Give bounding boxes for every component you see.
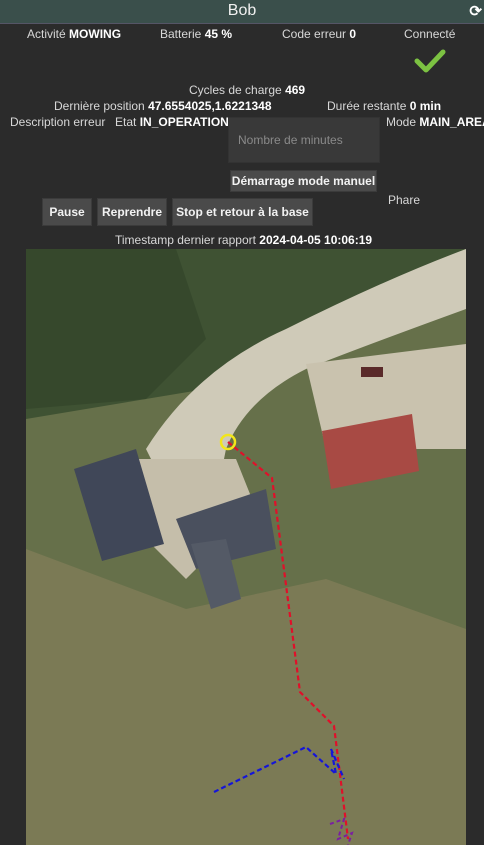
mode-status: Mode MAIN_AREA bbox=[386, 115, 484, 129]
last-report-timestamp: Timestamp dernier rapport 2024-04-05 10:… bbox=[115, 233, 372, 247]
state-label: Etat bbox=[115, 115, 137, 129]
last-position: Dernière position 47.6554025,1.6221348 bbox=[54, 99, 272, 113]
satellite-map[interactable] bbox=[26, 249, 466, 845]
pause-button[interactable]: Pause bbox=[42, 198, 92, 226]
connected-label: Connecté bbox=[404, 27, 456, 41]
battery-label: Batterie bbox=[160, 27, 202, 41]
beacon-label: Phare bbox=[388, 193, 421, 207]
remaining-time: Durée restante 0 min bbox=[327, 99, 441, 113]
refresh-icon[interactable]: ⟳ bbox=[469, 2, 482, 20]
resume-button[interactable]: Reprendre bbox=[97, 198, 167, 226]
last-position-value: 47.6554025,1.6221348 bbox=[148, 99, 272, 113]
last-position-label: Dernière position bbox=[54, 99, 145, 113]
timestamp-value: 2024-04-05 10:06:19 bbox=[259, 233, 373, 247]
checkmark-icon bbox=[414, 49, 446, 73]
manual-start-button[interactable]: Démarrage mode manuel bbox=[230, 170, 377, 192]
remaining-time-value: 0 min bbox=[409, 99, 442, 113]
activity-value: MOWING bbox=[69, 27, 122, 41]
timestamp-label: Timestamp dernier rapport bbox=[115, 233, 256, 247]
remaining-time-label: Durée restante bbox=[327, 99, 407, 113]
mode-label: Mode bbox=[386, 115, 417, 129]
minutes-input[interactable] bbox=[228, 117, 380, 163]
stop-and-return-button[interactable]: Stop et retour à la base bbox=[172, 198, 313, 226]
battery-status: Batterie 45 % bbox=[160, 27, 232, 41]
error-code-value: 0 bbox=[349, 27, 357, 41]
activity-status: Activité MOWING bbox=[27, 27, 121, 41]
mode-value: MAIN_AREA bbox=[419, 115, 484, 129]
state-status: Etat IN_OPERATION bbox=[115, 115, 229, 129]
error-code-label: Code erreur bbox=[282, 27, 347, 41]
charge-cycles-value: 469 bbox=[285, 83, 306, 97]
error-description-label: Description erreur bbox=[10, 115, 106, 129]
map-canvas bbox=[26, 249, 466, 845]
state-value: IN_OPERATION bbox=[139, 115, 229, 129]
title-bar: Bob ⟳ bbox=[0, 0, 484, 24]
window-title: Bob bbox=[227, 2, 257, 19]
parked-car bbox=[361, 367, 383, 377]
battery-value: 45 % bbox=[204, 27, 233, 41]
activity-label: Activité bbox=[27, 27, 66, 41]
error-code-status: Code erreur 0 bbox=[282, 27, 356, 41]
charge-cycles-label: Cycles de charge bbox=[189, 83, 282, 97]
charge-cycles: Cycles de charge 469 bbox=[189, 83, 305, 97]
